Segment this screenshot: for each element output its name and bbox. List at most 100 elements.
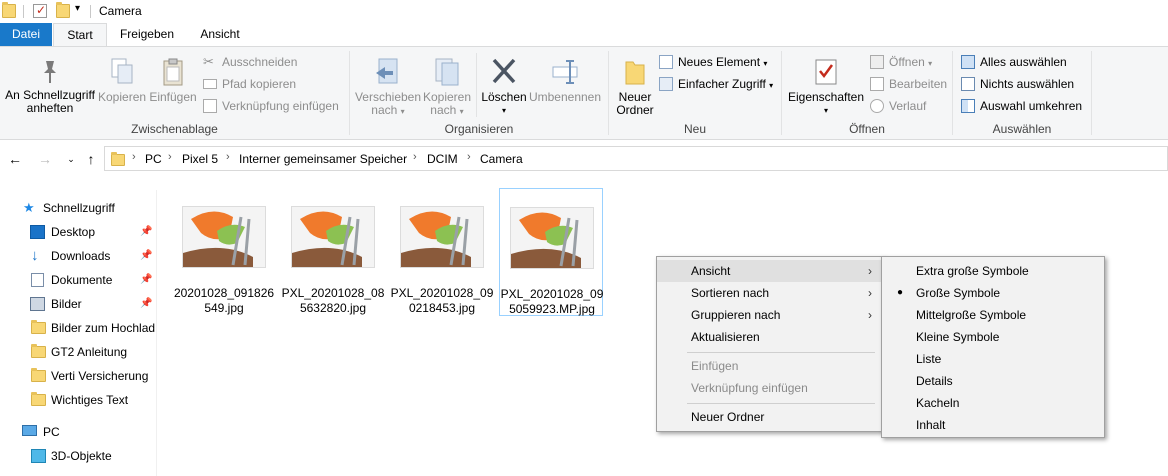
- new-folder-icon[interactable]: [56, 2, 70, 18]
- menu-label: Verknüpfung einfügen: [691, 381, 808, 395]
- up-arrow-icon[interactable]: ↑: [82, 149, 100, 169]
- breadcrumb-internal-storage[interactable]: Interner gemeinsamer Speicher: [239, 152, 407, 166]
- paste-shortcut-button[interactable]: Verknüpfung einfügen: [203, 97, 339, 115]
- move-to-button[interactable]: Verschieben nach ▾: [354, 57, 422, 118]
- easy-access-button[interactable]: Einfacher Zugriff ▾: [659, 75, 773, 93]
- back-arrow-icon[interactable]: ←: [6, 149, 24, 169]
- breadcrumb-camera[interactable]: Camera: [480, 152, 523, 166]
- nav-folder-upload[interactable]: Bilder zum Hochlad: [0, 316, 157, 340]
- view-option-large[interactable]: ● Große Symbole: [882, 282, 1104, 304]
- select-all-button[interactable]: Alles auswählen: [961, 53, 1067, 71]
- breadcrumb-dcim[interactable]: DCIM: [427, 152, 458, 166]
- window-title: Camera: [99, 4, 142, 18]
- cut-button[interactable]: ✂ Ausschneiden: [203, 53, 297, 71]
- file-item-selected[interactable]: PXL_20201028_09 5059923.MP.jpg: [499, 188, 603, 316]
- file-name: 0218453.jpg: [408, 301, 476, 315]
- copy-icon: [111, 58, 133, 84]
- customize-quick-access-icon[interactable]: ▾: [75, 3, 80, 14]
- select-all-label: Alles auswählen: [980, 55, 1067, 69]
- forward-arrow-icon[interactable]: →: [36, 149, 54, 169]
- file-item[interactable]: PXL_20201028_09 0218453.jpg: [390, 188, 494, 316]
- group-label-open: Öffnen: [849, 122, 885, 136]
- tab-freigeben[interactable]: Freigeben: [108, 23, 186, 46]
- copy-to-button[interactable]: Kopieren nach ▾: [422, 57, 472, 118]
- nav-desktop[interactable]: Desktop 📌: [0, 220, 157, 244]
- menu-label: Mittelgroße Symbole: [916, 308, 1027, 322]
- nav-pc[interactable]: PC: [0, 420, 157, 444]
- properties-icon[interactable]: [33, 3, 47, 18]
- nav-quick-access[interactable]: ★ Schnellzugriff: [0, 196, 157, 220]
- nav-downloads[interactable]: ↓ Downloads 📌: [0, 244, 157, 268]
- chevron-down-icon: ▾: [459, 107, 464, 116]
- menu-item-refresh[interactable]: Aktualisieren: [657, 326, 883, 348]
- address-bar[interactable]: › PC › Pixel 5 › Interner gemeinsamer Sp…: [104, 146, 1168, 171]
- breadcrumb-pixel5[interactable]: Pixel 5: [182, 152, 218, 166]
- view-option-small[interactable]: Kleine Symbole: [882, 326, 1104, 348]
- tab-start[interactable]: Start: [53, 23, 107, 47]
- open-button[interactable]: Öffnen ▾: [870, 53, 932, 71]
- delete-button[interactable]: Löschen ▾: [480, 57, 528, 117]
- image-thumbnail: [400, 206, 484, 268]
- menu-item-group[interactable]: Gruppieren nach ›: [657, 304, 883, 326]
- folder-icon: [31, 344, 46, 358]
- view-option-medium[interactable]: Mittelgroße Symbole: [882, 304, 1104, 326]
- select-none-button[interactable]: Nichts auswählen: [961, 75, 1074, 93]
- delete-x-icon: [492, 58, 516, 84]
- view-option-details[interactable]: Details: [882, 370, 1104, 392]
- nav-label: Verti Versicherung: [51, 369, 149, 383]
- file-item[interactable]: 20201028_091826 549.jpg: [172, 188, 276, 316]
- menu-item-paste-shortcut[interactable]: Verknüpfung einfügen: [657, 377, 883, 399]
- file-name: PXL_20201028_09: [500, 287, 604, 301]
- pin-quick-access-button[interactable]: An Schnellzugriff anheften: [2, 57, 98, 115]
- view-option-content[interactable]: Inhalt: [882, 414, 1104, 436]
- paste-button[interactable]: Einfügen: [148, 57, 198, 104]
- menu-item-sort[interactable]: Sortieren nach ›: [657, 282, 883, 304]
- nav-label: Dokumente: [51, 273, 113, 287]
- easy-access-icon: [659, 77, 673, 91]
- tab-datei[interactable]: Datei: [0, 23, 52, 46]
- view-option-tiles[interactable]: Kacheln: [882, 392, 1104, 414]
- nav-label: 3D-Objekte: [51, 449, 112, 463]
- menu-item-new-folder[interactable]: Neuer Ordner: [657, 406, 883, 428]
- copy-path-button[interactable]: Pfad kopieren: [203, 75, 296, 93]
- ribbon: An Schnellzugriff anheften Kopieren Einf…: [0, 46, 1168, 140]
- copy-path-label: Pfad kopieren: [222, 77, 297, 91]
- new-item-button[interactable]: Neues Element ▾: [659, 53, 767, 71]
- nav-folder-verti[interactable]: Verti Versicherung: [0, 364, 157, 388]
- nav-documents[interactable]: Dokumente 📌: [0, 268, 157, 292]
- tab-ansicht[interactable]: Ansicht: [187, 23, 253, 46]
- copy-button[interactable]: Kopieren: [98, 57, 146, 104]
- edit-button[interactable]: Bearbeiten: [870, 75, 947, 93]
- rename-button[interactable]: Umbenennen: [528, 57, 602, 104]
- breadcrumb-pc[interactable]: PC: [145, 152, 162, 166]
- view-option-list[interactable]: Liste: [882, 348, 1104, 370]
- group-label-organize: Organisieren: [444, 122, 514, 136]
- navigation-row: ← → ⌄ ↑ › PC › Pixel 5 › Interner gemein…: [0, 146, 1168, 172]
- nav-pictures[interactable]: Bilder 📌: [0, 292, 157, 316]
- nav-folder-gt2[interactable]: GT2 Anleitung: [0, 340, 157, 364]
- file-name: PXL_20201028_08: [281, 286, 385, 300]
- menu-label: Sortieren nach: [691, 286, 770, 300]
- file-name: 20201028_091826: [173, 286, 275, 300]
- file-name: PXL_20201028_09: [390, 286, 494, 300]
- chevron-right-icon: ›: [226, 151, 230, 163]
- menu-item-view[interactable]: Ansicht ›: [657, 260, 883, 282]
- menu-label: Kacheln: [916, 396, 960, 410]
- history-button[interactable]: Verlauf: [870, 97, 926, 115]
- image-thumbnail: [182, 206, 266, 268]
- file-name: 5632820.jpg: [299, 301, 367, 315]
- nav-label: GT2 Anleitung: [51, 345, 128, 359]
- nav-folder-wichtiges[interactable]: Wichtiges Text: [0, 388, 157, 412]
- properties-button[interactable]: Eigenschaften ▾: [786, 57, 866, 117]
- group-label-select: Auswählen: [992, 122, 1052, 136]
- view-option-extra-large[interactable]: Extra große Symbole: [882, 260, 1104, 282]
- new-item-label: Neues Element: [678, 55, 761, 69]
- menu-item-paste[interactable]: Einfügen: [657, 355, 883, 377]
- paste-shortcut-icon: [203, 99, 217, 113]
- nav-3d-objects[interactable]: 3D-Objekte: [0, 444, 157, 468]
- file-item[interactable]: PXL_20201028_08 5632820.jpg: [281, 188, 385, 316]
- invert-selection-button[interactable]: Auswahl umkehren: [961, 97, 1082, 115]
- new-folder-button[interactable]: Neuer Ordner: [612, 57, 658, 117]
- file-name: 5059923.MP.jpg: [509, 302, 595, 316]
- recent-locations-chevron-icon[interactable]: ⌄: [62, 149, 80, 169]
